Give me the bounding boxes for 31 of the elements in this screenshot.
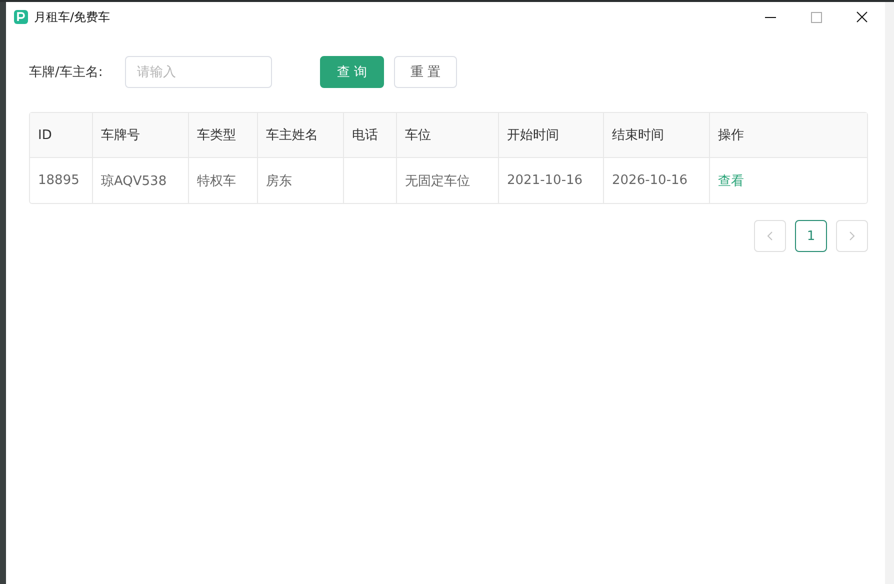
app-logo-icon <box>14 10 28 24</box>
close-icon <box>856 11 868 23</box>
column-header: 车类型 <box>189 113 258 158</box>
window-title: 月租车/免费车 <box>34 8 112 26</box>
table-cell: 2021-10-16 <box>499 158 604 203</box>
search-field[interactable]: 请输入 <box>125 56 272 88</box>
next-page-button[interactable] <box>836 220 868 252</box>
column-header: 结束时间 <box>604 113 710 158</box>
column-header: 车牌号 <box>93 113 189 158</box>
search-label: 车牌/车主名: <box>29 64 104 81</box>
table-cell: 特权车 <box>189 158 258 203</box>
column-header: 车位 <box>397 113 499 158</box>
column-header: 操作 <box>710 113 867 158</box>
table-cell: 琼AQV538 <box>93 158 189 203</box>
table-cell: 无固定车位 <box>397 158 499 203</box>
view-link[interactable]: 查看 <box>718 172 744 190</box>
chevron-right-icon <box>849 231 855 241</box>
column-header: 开始时间 <box>499 113 604 158</box>
maximize-icon <box>810 12 822 22</box>
search-button[interactable]: 查 询 <box>320 56 384 88</box>
chevron-left-icon <box>767 231 773 241</box>
reset-button[interactable]: 重 置 <box>394 56 457 88</box>
column-header: 车主姓名 <box>258 113 344 158</box>
column-header: ID <box>30 113 93 158</box>
table-cell: 2026-10-16 <box>604 158 710 203</box>
minimize-icon <box>764 16 776 18</box>
table-cell: 18895 <box>30 158 93 203</box>
column-header: 电话 <box>344 113 397 158</box>
table-cell: 房东 <box>258 158 344 203</box>
page-button[interactable]: 1 <box>795 220 827 252</box>
previous-page-button[interactable] <box>754 220 786 252</box>
